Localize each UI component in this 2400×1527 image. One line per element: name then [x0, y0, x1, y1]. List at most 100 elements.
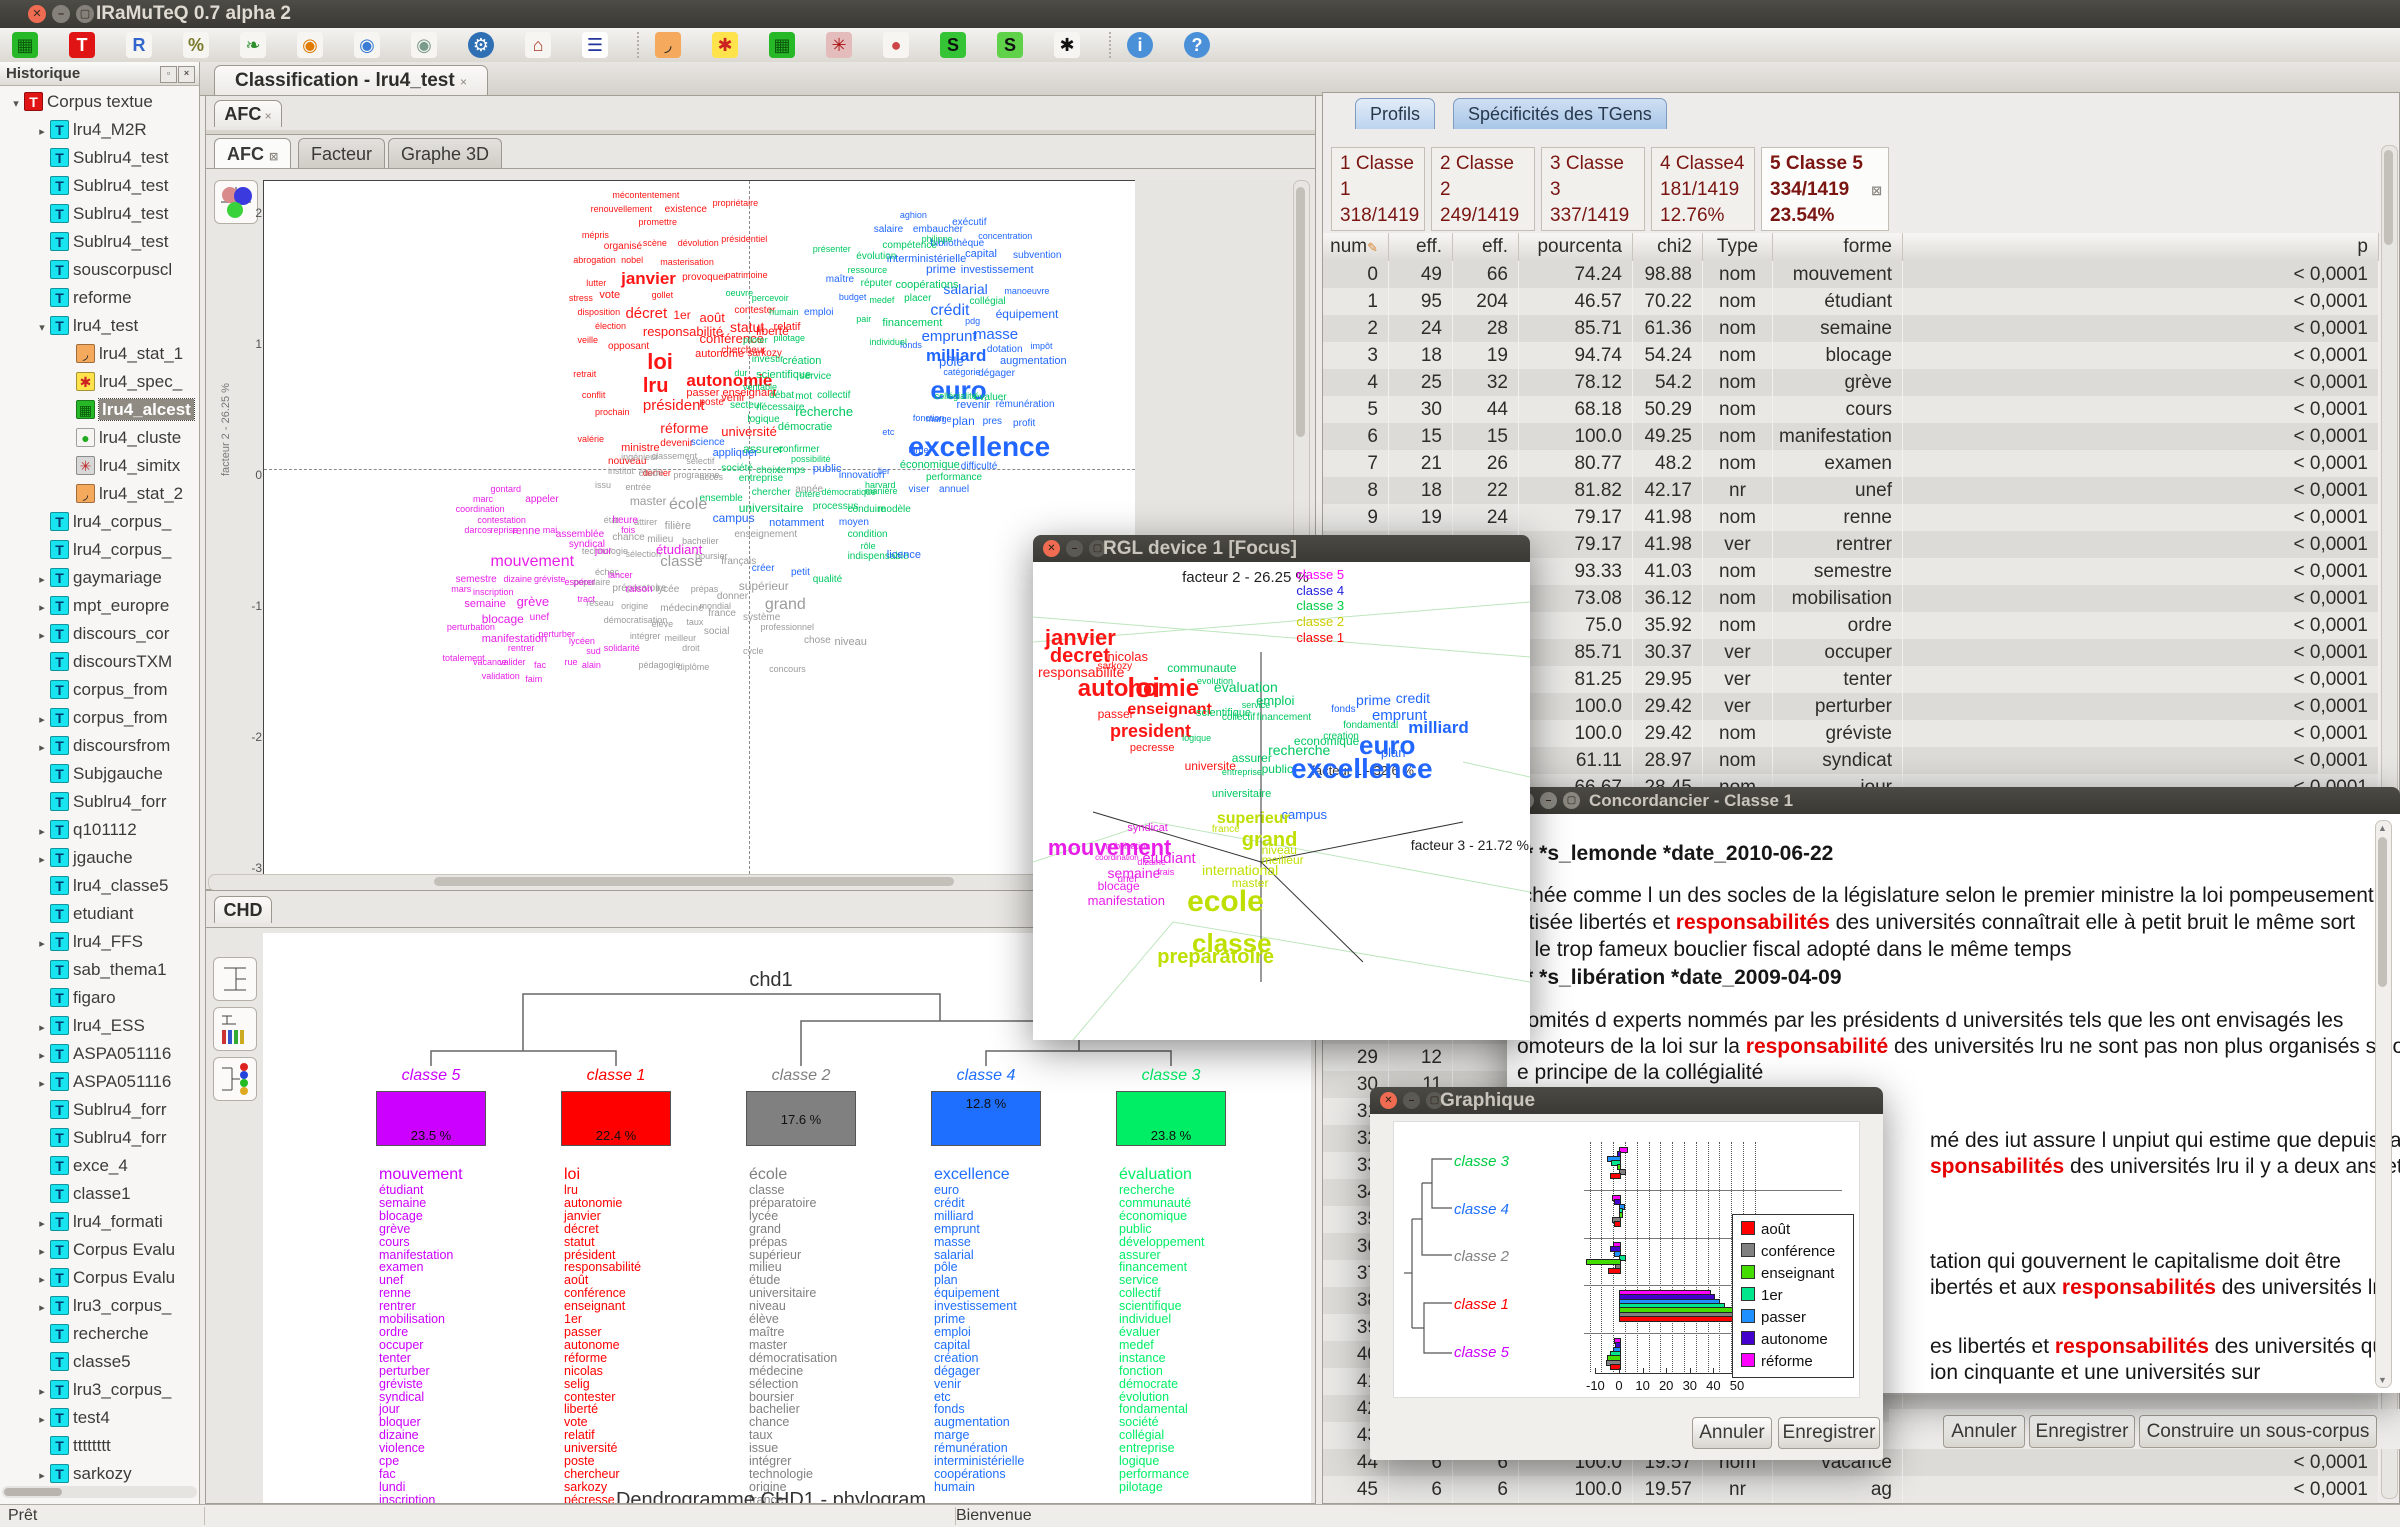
sidebar-item-jgauche[interactable]: ▸Tjgauche	[0, 844, 199, 872]
tree-expand-icon[interactable]: ▸	[34, 1042, 50, 1070]
sidebar-item-lru4-classe5[interactable]: Tlru4_classe5	[0, 872, 199, 900]
table-row[interactable]: 0496674.2498.88nommouvement< 0,0001	[1323, 261, 2379, 288]
sidebar-item-lru4-formati[interactable]: ▸Tlru4_formati	[0, 1208, 199, 1236]
sidebar-item-classe1[interactable]: Tclasse1	[0, 1180, 199, 1208]
sidebar-item-figaro[interactable]: Tfigaro	[0, 984, 199, 1012]
specificities-icon-button[interactable]: ✱	[710, 30, 740, 60]
sidebar-hscrollbar[interactable]	[2, 1486, 197, 1498]
tab-profils[interactable]: Profils	[1355, 98, 1435, 129]
r-script-icon-button[interactable]: R	[124, 30, 154, 60]
column-header-forme[interactable]: forme	[1773, 233, 1903, 261]
save-button[interactable]: Enregistrer	[2029, 1415, 2135, 1448]
tree-expand-icon[interactable]: ▸	[34, 846, 50, 874]
globe-app-icon-button[interactable]: ◉	[352, 30, 382, 60]
sidebar-item-gaymariage[interactable]: ▸Tgaymariage	[0, 564, 199, 592]
sidebar-float-icon[interactable]: ▫	[160, 66, 177, 83]
tab-afc[interactable]: AFC ⊠	[214, 138, 291, 169]
table-row[interactable]: 7212680.7748.2nomexamen< 0,0001	[1323, 450, 2379, 477]
sidebar-item-lru3-corpus-[interactable]: ▸Tlru3_corpus_	[0, 1292, 199, 1320]
tree-expand-icon[interactable]: ▸	[34, 1210, 50, 1238]
window-close-icon[interactable]: ✕	[28, 5, 46, 23]
afc-scatter-plot[interactable]: mécontentementrenouvellementexistencepro…	[263, 180, 1136, 875]
sidebar-item-aspa051116[interactable]: ▸TASPA051116	[0, 1040, 199, 1068]
sidebar-item-lru4-stat-2[interactable]: ◞lru4_stat_2	[0, 480, 199, 508]
scroll-down-icon[interactable]: ▼	[2378, 1375, 2387, 1385]
sidebar-item-corpus-from[interactable]: Tcorpus_from	[0, 676, 199, 704]
alceste-icon-button[interactable]: ▦	[767, 30, 797, 60]
column-header-num[interactable]: num✎	[1323, 233, 1389, 261]
sidebar-item-aspa051116[interactable]: ▸TASPA051116	[0, 1068, 199, 1096]
sidebar-item-test4[interactable]: ▸Ttest4	[0, 1404, 199, 1432]
sidebar-item-sarkozy[interactable]: ▸Tsarkozy	[0, 1460, 199, 1484]
column-header-p[interactable]: p	[1903, 233, 2379, 261]
tree-expand-icon[interactable]: ▸	[34, 734, 50, 762]
table-row[interactable]: 9192479.1741.98nomrenne< 0,0001	[1323, 504, 2379, 531]
class-tab-5[interactable]: 5 Classe 5334/141923.54%⊠	[1761, 147, 1889, 231]
wrench-icon-button[interactable]: ⚙	[466, 30, 496, 60]
rgl-3d-plot[interactable]: facteur 2 - 26.25 % facteur 1 - 32.6 % f…	[1033, 562, 1530, 1040]
tab-classification[interactable]: Classification - lru4_test ×	[214, 65, 488, 96]
sidebar-item-sublru4-test[interactable]: TSublru4_test	[0, 228, 199, 256]
sidebar-item-lru4-ffs[interactable]: ▸Tlru4_FFS	[0, 928, 199, 956]
afc-pane-tab[interactable]: AFC ×	[214, 100, 282, 127]
chd-class-box[interactable]: 12.8 %	[931, 1091, 1041, 1146]
class-tab-2[interactable]: 2 Classe 2249/141917.55%	[1431, 147, 1535, 231]
column-header-pourcenta[interactable]: pourcenta	[1519, 233, 1633, 261]
table-row[interactable]: 8182281.8242.17nrunef< 0,0001	[1323, 477, 2379, 504]
graphique-minimize-icon[interactable]: –	[1403, 1092, 1420, 1109]
stats-s2-icon-button[interactable]: S	[995, 30, 1025, 60]
layout-list-icon-button[interactable]: ☰	[580, 30, 610, 60]
sidebar-item-discoursfrom[interactable]: ▸Tdiscoursfrom	[0, 732, 199, 760]
tree-expand-icon[interactable]: ▾	[34, 314, 50, 342]
sidebar-item-corpus-from[interactable]: ▸Tcorpus_from	[0, 704, 199, 732]
sidebar-close-icon[interactable]: ×	[178, 66, 195, 83]
class-tab-3[interactable]: 3 Classe 3337/141923.75%	[1541, 147, 1645, 231]
tree-expand-icon[interactable]: ▸	[34, 594, 50, 622]
home-icon-button[interactable]: ⌂	[523, 30, 553, 60]
tab-facteur[interactable]: Facteur	[298, 138, 385, 169]
sidebar-item-lru3-corpus-[interactable]: ▸Tlru3_corpus_	[0, 1376, 199, 1404]
chd-pane-tab[interactable]: CHD	[214, 896, 272, 923]
table-row[interactable]: 3181994.7454.24nomblocage< 0,0001	[1323, 342, 2379, 369]
sidebar-item-lru4-test[interactable]: ▾Tlru4_test	[0, 312, 199, 340]
corpus-table-icon-button[interactable]: ▦	[10, 30, 40, 60]
sidebar-item-recherche[interactable]: Trecherche	[0, 1320, 199, 1348]
sidebar-item-corpus-evalu[interactable]: ▸TCorpus Evalu	[0, 1236, 199, 1264]
info-icon-button[interactable]: i	[1125, 30, 1155, 60]
graphique-close-icon[interactable]: ✕	[1380, 1092, 1397, 1109]
tree-expand-icon[interactable]: ▸	[34, 930, 50, 958]
class-tab-1[interactable]: 1 Classe 1318/141922.41%	[1331, 147, 1425, 231]
sidebar-item-lru4-corpus-[interactable]: Tlru4_corpus_	[0, 508, 199, 536]
chd-barchart-button[interactable]	[213, 1007, 257, 1051]
graphique-save-button[interactable]: Enregistrer	[1778, 1417, 1880, 1449]
tab-graphe3d[interactable]: Graphe 3D	[388, 138, 502, 169]
sidebar-item-mpt-europre[interactable]: ▸Tmpt_europre	[0, 592, 199, 620]
table-row[interactable]: 4566100.019.57nrag< 0,0001	[1323, 1476, 2379, 1503]
table-row[interactable]: 19520446.5770.22nométudiant< 0,0001	[1323, 288, 2379, 315]
stats-s1-icon-button[interactable]: S	[938, 30, 968, 60]
sidebar-item-sublru4-forr[interactable]: TSublru4_forr	[0, 788, 199, 816]
cam-app-icon-button[interactable]: ◉	[295, 30, 325, 60]
column-header-Type[interactable]: Type	[1703, 233, 1773, 261]
copy-app-icon-button[interactable]: ◉	[409, 30, 439, 60]
sidebar-item-sab-thema1[interactable]: Tsab_thema1	[0, 956, 199, 984]
sidebar-item-q101112[interactable]: ▸Tq101112	[0, 816, 199, 844]
sidebar-item-sublru4-test[interactable]: TSublru4_test	[0, 172, 199, 200]
table-row[interactable]: 2242885.7161.36nomsemaine< 0,0001	[1323, 315, 2379, 342]
sidebar-item-etudiant[interactable]: Tetudiant	[0, 900, 199, 928]
sidebar-item-corpus-evalu[interactable]: ▸TCorpus Evalu	[0, 1264, 199, 1292]
sidebar-item-lru4-simitx[interactable]: ✳lru4_simitx	[0, 452, 199, 480]
chd-class-box[interactable]: 22.4 %	[561, 1091, 671, 1146]
scroll-up-icon[interactable]: ▲	[2378, 823, 2387, 833]
tree-expand-icon[interactable]: ▸	[34, 1294, 50, 1322]
concordancier-maximize-icon[interactable]: ▢	[1563, 792, 1580, 809]
stats-curve-icon-button[interactable]: ◞	[653, 30, 683, 60]
table-header[interactable]: num✎eff. s.t.eff. totapourcentachi2Typef…	[1323, 233, 2379, 262]
table-row[interactable]: 61515100.049.25nommanifestation< 0,0001	[1323, 423, 2379, 450]
table-row[interactable]: 4253278.1254.2nomgrève< 0,0001	[1323, 369, 2379, 396]
window-maximize-icon[interactable]: ▢	[76, 5, 94, 23]
sidebar-item-lru4-ess[interactable]: ▸Tlru4_ESS	[0, 1012, 199, 1040]
tree-expand-icon[interactable]: ▸	[34, 1266, 50, 1294]
concordancier-scrollbar[interactable]: ▲ ▼	[2375, 820, 2392, 1388]
sidebar-item-sublru4-test[interactable]: TSublru4_test	[0, 144, 199, 172]
